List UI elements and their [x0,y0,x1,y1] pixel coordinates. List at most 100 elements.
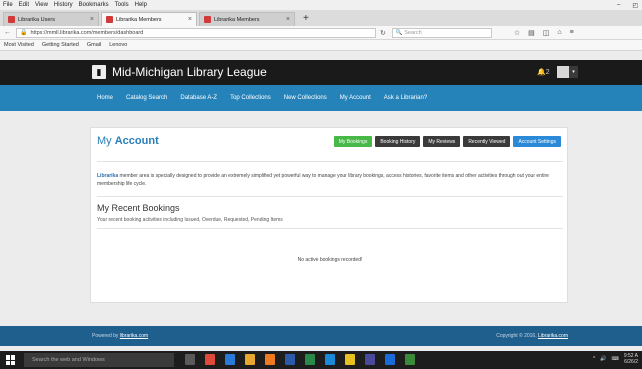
site-nav: Home Catalog Search Database A-Z Top Col… [0,85,642,111]
powered-by-link[interactable]: librarika.com [120,333,148,339]
tab-librarika-members[interactable]: Librarika Members × [101,12,197,26]
menu-bookmarks[interactable]: Bookmarks [79,2,109,8]
page-title-bold: Account [114,135,159,147]
app-icon[interactable] [365,354,375,365]
account-panel: My Account My Bookings Booking History M… [90,127,568,303]
task-view-icon[interactable] [185,354,195,365]
star-icon[interactable]: ☆ [514,29,520,37]
site-header: ▮ Mid-Michigan Library League 🔔2 ▾ [0,60,642,85]
close-icon[interactable]: × [286,16,290,23]
bookmark-lenovo[interactable]: Lenovo [109,42,127,48]
booking-history-button[interactable]: Booking History [375,136,421,147]
chrome-icon[interactable] [345,354,355,365]
nav-ask-librarian[interactable]: Ask a Librarian? [384,95,427,101]
taskbar-apps [185,354,425,365]
menu-history[interactable]: History [54,2,73,8]
account-settings-button[interactable]: Account Settings [513,136,561,147]
word-icon[interactable] [285,354,295,365]
copyright-prefix: Copyright © 2016, [496,333,538,339]
powered-by: Powered by librarika.com [92,333,148,339]
browser-navbar: ← 🔒 https://mmll.librarika.com/members/d… [0,26,642,40]
menu-tools[interactable]: Tools [115,2,129,8]
app-icon[interactable] [225,354,235,365]
restore-button[interactable]: ◰ [632,2,638,9]
bookmark-most-visited[interactable]: Most Visited [4,42,34,48]
brand-name: Librarika [97,173,119,179]
reload-icon[interactable]: ↻ [380,29,386,37]
account-button-row: My Bookings Booking History My Reviews R… [331,136,561,147]
app-icon[interactable] [205,354,215,365]
nav-home[interactable]: Home [97,95,113,101]
tab-librarika-users[interactable]: Librarika Users × [3,12,99,26]
close-icon[interactable]: × [90,16,94,23]
url-bar[interactable]: 🔒 https://mmll.librarika.com/members/das… [16,27,376,38]
toolbar-icons: ☆ ▤ ◫ ⌂ ≡ [506,29,574,37]
copyright-link[interactable]: Librarika.com [538,333,568,339]
chevron-up-icon[interactable]: ^ [593,356,595,362]
my-reviews-button[interactable]: My Reviews [423,136,461,147]
app-icon[interactable] [405,354,415,365]
account-description: Librarika member area is specially desig… [97,172,563,188]
firefox-icon[interactable] [265,354,275,365]
menu-view[interactable]: View [35,2,48,8]
bookmark-gmail[interactable]: Gmail [87,42,101,48]
bookmark-getting-started[interactable]: Getting Started [42,42,79,48]
url-text: https://mmll.librarika.com/members/dashb… [30,29,144,36]
tab-label: Librarika Members [214,16,260,23]
tab-label: Librarika Users [18,16,55,23]
library-logo-icon[interactable]: ▮ [92,65,106,79]
site-title[interactable]: Mid-Michigan Library League [112,65,267,79]
site-footer: Powered by librarika.com Copyright © 201… [0,326,642,346]
nav-database-a-z[interactable]: Database A-Z [180,95,217,101]
windows-start-icon[interactable] [6,355,16,365]
menu-file[interactable]: File [3,2,13,8]
page-title: My Account [97,135,159,147]
keyboard-icon[interactable]: ⌨ [612,356,619,362]
new-tab-button[interactable]: + [297,12,315,26]
taskbar-search-field[interactable]: Search the web and Windows [24,353,174,367]
notification-count: 2 [545,69,550,76]
browser-search-field[interactable]: 🔍 Search [391,27,492,38]
page-title-prefix: My [97,135,115,147]
tab-librarika-members-2[interactable]: Librarika Members × [199,12,295,26]
pocket-icon[interactable]: ◫ [543,29,550,37]
minimize-button[interactable]: – [617,2,620,8]
bookmarks-bar: Most Visited Getting Started Gmail Lenov… [0,40,642,51]
clock[interactable]: 9:52 A 6/26/2 [619,353,638,365]
description-text: member area is specially designed to pro… [97,173,549,187]
avatar[interactable] [557,66,569,78]
my-bookings-button[interactable]: My Bookings [333,136,373,147]
close-icon[interactable]: × [188,16,192,23]
lock-icon: 🔒 [20,30,28,36]
nav-new-collections[interactable]: New Collections [284,95,327,101]
nav-top-collections[interactable]: Top Collections [230,95,271,101]
nav-catalog-search[interactable]: Catalog Search [126,95,167,101]
notification-bell-icon[interactable]: 🔔2 [537,68,550,76]
menu-help[interactable]: Help [135,2,147,8]
window-controls: – ◰ [605,0,638,10]
powered-prefix: Powered by [92,333,120,339]
home-icon[interactable]: ⌂ [557,29,561,37]
volume-icon[interactable]: 🔊 [600,356,606,362]
clock-date: 6/26/2 [624,359,638,365]
nav-my-account[interactable]: My Account [340,95,371,101]
menu-edit[interactable]: Edit [19,2,29,8]
browser-menubar: File Edit View History Bookmarks Tools H… [0,0,642,10]
chevron-down-icon[interactable]: ▾ [569,66,578,78]
windows-taskbar: Search the web and Windows ^ 🔊 ⌨ 9:52 A … [0,351,642,369]
recent-bookings-heading: My Recent Bookings [97,203,180,213]
back-icon[interactable]: ← [4,29,11,36]
tab-label: Librarika Members [116,16,162,23]
favicon-icon [204,16,211,23]
file-explorer-icon[interactable] [245,354,255,365]
recently-viewed-button[interactable]: Recently Viewed [463,136,511,147]
edge-icon[interactable] [325,354,335,365]
reading-list-icon[interactable]: ▤ [528,29,535,37]
app-icon[interactable] [385,354,395,365]
menu-icon[interactable]: ≡ [570,29,574,37]
excel-icon[interactable] [305,354,315,365]
divider [97,228,563,229]
favicon-icon [106,16,113,23]
empty-bookings-message: No active bookings recorded! [297,257,363,263]
divider [97,196,563,197]
